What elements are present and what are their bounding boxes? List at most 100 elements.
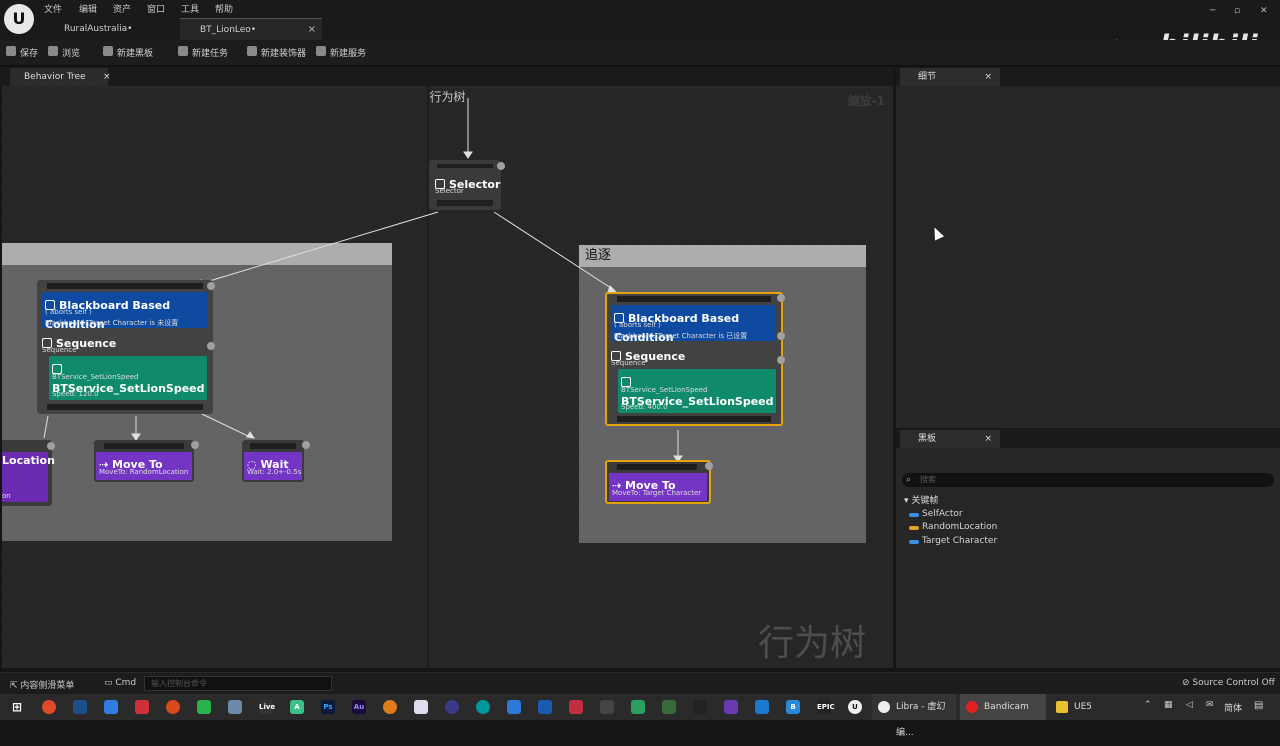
unreal-logo-icon[interactable]: U <box>4 4 34 34</box>
node-pin[interactable] <box>705 462 713 470</box>
new-service-button[interactable]: 新建服务 <box>316 46 366 59</box>
blackboard-search-input[interactable]: ⌕ 搜索 <box>902 473 1274 487</box>
tab-bt-lionleo[interactable]: BT_LionLeo• × <box>180 18 322 40</box>
browse-button[interactable]: 浏览 <box>48 46 80 59</box>
selector-node[interactable]: Selector Selector <box>429 160 505 210</box>
tray-icon[interactable]: ✉ <box>1206 700 1214 710</box>
service-icon <box>316 46 326 56</box>
node-pin[interactable] <box>207 342 215 350</box>
left-sequence-composite[interactable]: Blackboard Based Condition ( aborts self… <box>37 280 215 414</box>
right-sequence-composite[interactable]: Blackboard Based Condition ( aborts self… <box>605 292 785 426</box>
blackboard-key-target-character[interactable]: Target Character <box>908 536 997 546</box>
audition-icon[interactable]: Au <box>352 700 366 714</box>
node-pin[interactable] <box>47 442 55 450</box>
close-icon[interactable]: × <box>984 430 992 448</box>
blackboard-key-randomlocation[interactable]: RandomLocation <box>908 522 997 532</box>
save-button[interactable]: 保存 <box>6 46 38 59</box>
node-pin[interactable] <box>207 282 215 290</box>
terminal-icon[interactable] <box>693 700 707 714</box>
photoshop-icon[interactable]: Ps <box>321 700 335 714</box>
node-pin[interactable] <box>302 441 310 449</box>
app-icon[interactable] <box>414 700 428 714</box>
node-pin[interactable] <box>191 441 199 449</box>
app-icon[interactable] <box>104 700 118 714</box>
menu-window[interactable]: 窗口 <box>147 2 165 15</box>
source-control-button[interactable]: ⊘ Source Control Off <box>1182 678 1275 688</box>
task-moveto-target-node[interactable]: ⇢ Move To MoveTo: Target Character <box>605 460 713 504</box>
node-pin[interactable] <box>777 294 785 302</box>
chrome-icon[interactable] <box>42 700 56 714</box>
blender-icon[interactable] <box>383 700 397 714</box>
cmd-button[interactable]: ▭ Cmd <box>104 678 136 688</box>
app-a-icon[interactable]: A <box>290 700 304 714</box>
arduino-icon[interactable] <box>476 700 490 714</box>
weibo-icon[interactable] <box>135 700 149 714</box>
menu-file[interactable]: 文件 <box>44 2 62 15</box>
graph-tab-bar <box>0 67 893 86</box>
app-icon[interactable] <box>569 700 583 714</box>
app-icon[interactable] <box>507 700 521 714</box>
node-pin[interactable] <box>777 332 785 340</box>
camera-icon[interactable] <box>228 700 242 714</box>
wechat-icon[interactable] <box>197 700 211 714</box>
new-decorator-button[interactable]: 新建装饰器 <box>247 46 306 59</box>
service-set-lion-speed[interactable]: BTService_SetLionSpeed BTService_SetLion… <box>49 356 207 400</box>
app-icon[interactable] <box>600 700 614 714</box>
steam-icon[interactable] <box>73 700 87 714</box>
node-output-bar <box>437 200 493 206</box>
visual-studio-icon[interactable] <box>724 700 738 714</box>
volume-icon[interactable]: ◁ <box>1186 700 1193 710</box>
powerpoint-icon[interactable] <box>166 700 180 714</box>
close-icon[interactable]: × <box>308 19 316 41</box>
decorator-blackboard-condition[interactable]: Blackboard Based Condition ( aborts self… <box>611 305 775 344</box>
tab-details[interactable]: 细节 × <box>900 68 1000 86</box>
close-window-icon[interactable]: ✕ <box>1260 6 1268 16</box>
network-icon[interactable]: ▦ <box>1164 700 1173 710</box>
service-set-lion-speed[interactable]: BTService_SetLionSpeed BTService_SetLion… <box>618 369 776 413</box>
new-task-button[interactable]: 新建任务 <box>178 46 228 59</box>
new-blackboard-button[interactable]: 新建黑板 <box>103 46 153 59</box>
app-icon[interactable] <box>445 700 459 714</box>
content-drawer-button[interactable]: ⇱ 内容侧滑菜单 <box>10 678 74 691</box>
tab-blackboard[interactable]: 黑板 × <box>900 430 1000 448</box>
task-location-node[interactable]: Location on <box>2 440 55 506</box>
ime-indicator[interactable]: 简体 <box>1224 701 1242 714</box>
maximize-icon[interactable]: ▫ <box>1234 6 1240 16</box>
menu-asset[interactable]: 资产 <box>113 2 131 15</box>
taskbar-app-ue5[interactable]: UE5 <box>1050 694 1130 720</box>
taskbar-app-libra[interactable]: Libra - 虚幻编... <box>872 694 956 738</box>
terminal-icon: ▭ <box>104 678 116 688</box>
minimize-icon[interactable]: ─ <box>1210 6 1215 16</box>
menu-help[interactable]: 帮助 <box>215 2 233 15</box>
behavior-tree-graph[interactable]: 行为树 缩放-1 行为树 追逐 Selector Selector Blackb… <box>2 86 893 668</box>
node-input-bar <box>617 464 697 470</box>
blackboard-section-header[interactable]: ▾ 关键帧 <box>904 493 938 506</box>
app-icon[interactable] <box>631 700 645 714</box>
notification-icon[interactable]: ▤ <box>1254 700 1263 711</box>
live-icon[interactable]: Live <box>259 700 275 714</box>
close-icon[interactable]: × <box>984 68 992 86</box>
taskbar-app-bandicam[interactable]: Bandicam <box>960 694 1046 720</box>
app-b-icon[interactable]: B <box>786 700 800 714</box>
bandicam-icon <box>966 701 978 713</box>
close-icon[interactable]: × <box>103 68 111 86</box>
menu-edit[interactable]: 编辑 <box>79 2 97 15</box>
app-icon[interactable] <box>538 700 552 714</box>
app-icon[interactable] <box>662 700 676 714</box>
node-pin[interactable] <box>497 162 505 170</box>
node-pin[interactable] <box>777 356 785 364</box>
console-command-input[interactable]: 输入控制台命令 <box>144 676 332 691</box>
decorator-blackboard-condition[interactable]: Blackboard Based Condition ( aborts self… <box>42 292 208 331</box>
epic-games-icon[interactable]: EPIC <box>817 700 835 714</box>
tray-chevron-up-icon[interactable]: ⌃ <box>1144 700 1152 710</box>
windows-start-icon[interactable]: ⊞ <box>10 700 24 714</box>
vscode-icon[interactable] <box>755 700 769 714</box>
task-moveto-random-node[interactable]: ⇢ Move To MoveTo: RandomLocation <box>94 440 199 482</box>
task-wait-node[interactable]: ◌ Wait Wait: 2.0+-0.5s <box>242 440 310 482</box>
menu-tools[interactable]: 工具 <box>181 2 199 15</box>
node-input-bar <box>104 443 184 449</box>
tab-behavior-tree[interactable]: Behavior Tree × <box>10 68 111 86</box>
tab-ruralaustralia[interactable]: RuralAustralia• <box>44 18 174 40</box>
unreal-icon[interactable]: U <box>848 700 862 714</box>
blackboard-key-selfactor[interactable]: SelfActor <box>909 509 963 519</box>
